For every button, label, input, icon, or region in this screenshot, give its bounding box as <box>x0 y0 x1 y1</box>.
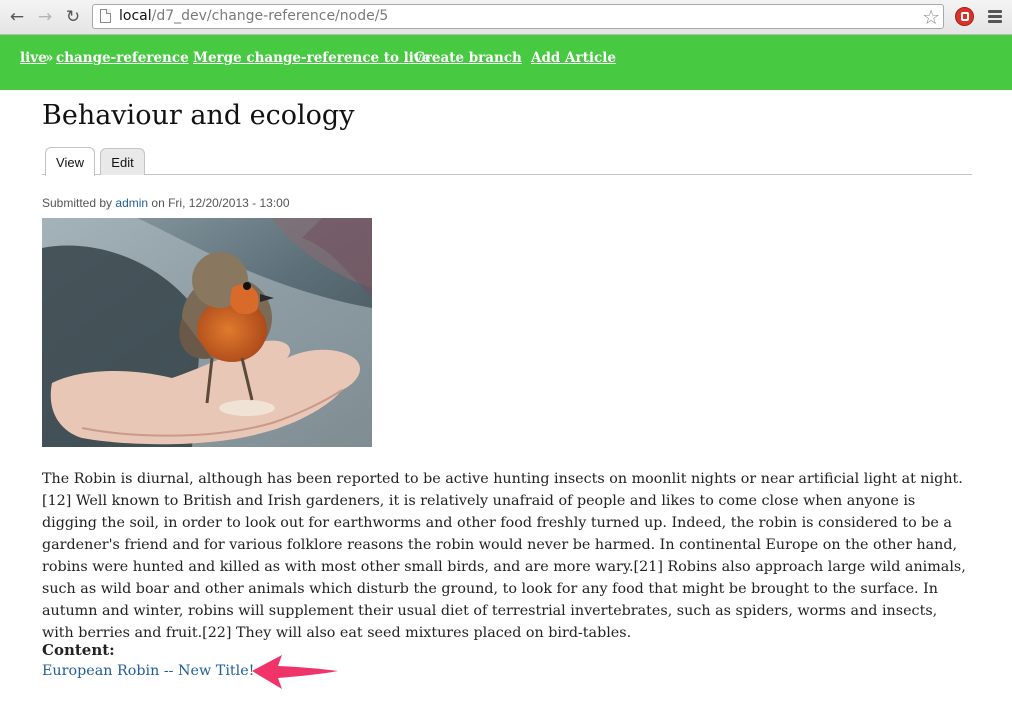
content-reference-link[interactable]: European Robin -- New Title! <box>42 663 254 679</box>
tabs-divider <box>42 174 972 175</box>
browser-toolbar: ← → ↻ local/d7_dev/change-reference/node… <box>0 0 1012 35</box>
article-body: The Robin is diurnal, although has been … <box>42 471 966 641</box>
page-title: Behaviour and ecology <box>42 100 355 131</box>
add-article-link[interactable]: Add Article <box>531 50 616 66</box>
url-text: local/d7_dev/change-reference/node/5 <box>119 8 389 24</box>
merge-link[interactable]: Merge change-reference to live <box>193 50 430 66</box>
create-branch-link[interactable]: Create branch <box>414 50 522 66</box>
author-link[interactable]: admin <box>115 196 148 210</box>
breadcrumb-branch-link[interactable]: change-reference <box>56 50 189 66</box>
content-field-label: Content: <box>42 641 115 659</box>
back-arrow-icon[interactable]: ← <box>6 6 28 28</box>
page-icon <box>100 9 111 23</box>
reload-icon[interactable]: ↻ <box>62 6 84 28</box>
tab-edit[interactable]: Edit <box>100 148 145 175</box>
address-bar[interactable]: local/d7_dev/change-reference/node/5 ☆ <box>92 4 944 29</box>
breadcrumb-separator: » <box>45 50 54 66</box>
annotation-arrow-icon <box>252 655 338 689</box>
forward-arrow-icon[interactable]: → <box>34 6 56 28</box>
extension-stop-icon[interactable] <box>955 7 974 26</box>
submitted-info: Submitted by admin on Fri, 12/20/2013 - … <box>42 196 290 210</box>
robin-image <box>42 218 372 447</box>
menu-icon[interactable] <box>988 10 1002 23</box>
breadcrumb-live-link[interactable]: live <box>20 50 47 66</box>
tab-view[interactable]: View <box>45 147 95 176</box>
branch-toolbar: live » change-reference Merge change-ref… <box>0 35 1012 90</box>
bookmark-star-icon[interactable]: ☆ <box>922 5 940 29</box>
